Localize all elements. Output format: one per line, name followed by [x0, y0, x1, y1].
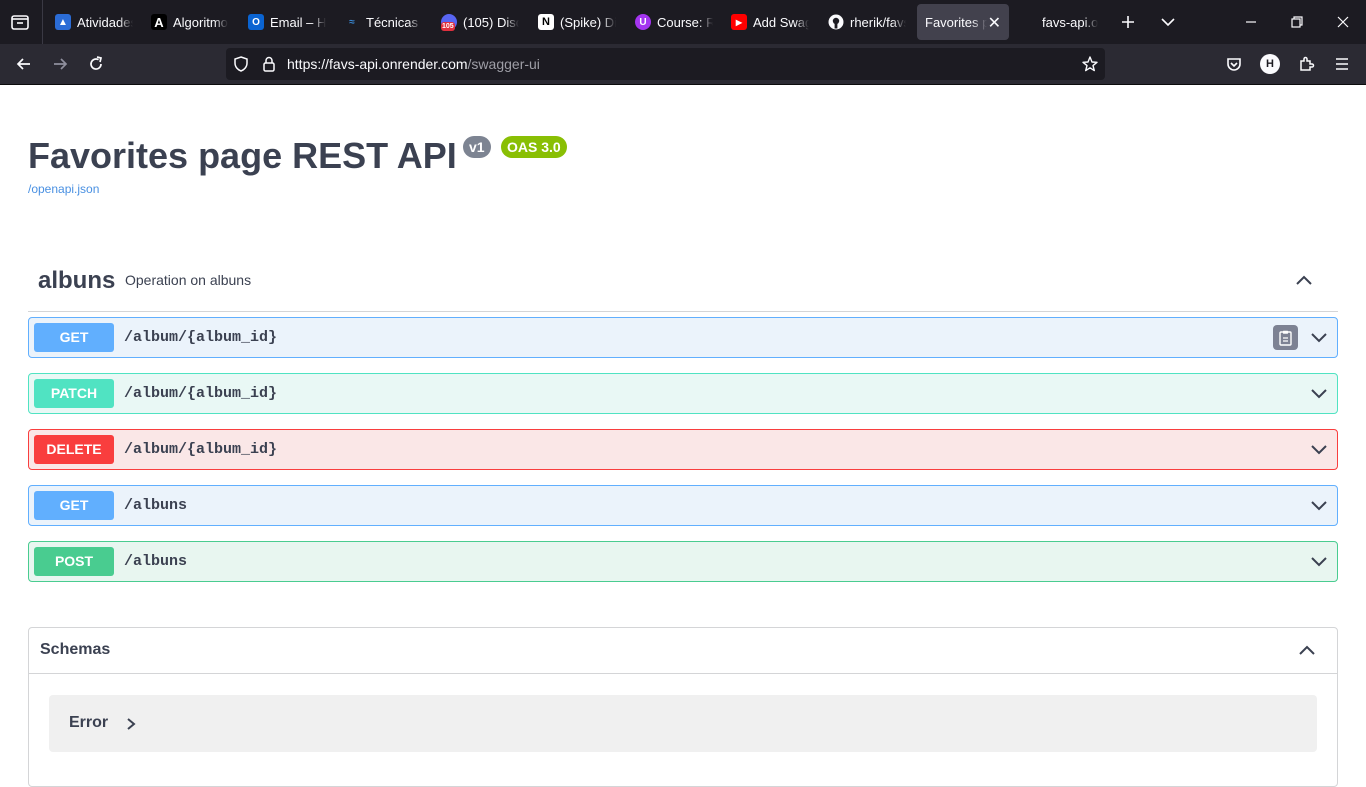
- shield-icon[interactable]: [232, 55, 250, 73]
- bookmark-star-icon[interactable]: [1081, 55, 1099, 73]
- tab-manager-icon[interactable]: [8, 10, 32, 34]
- operation-get-album[interactable]: GET /album/{album_id}: [28, 317, 1338, 358]
- minimize-icon[interactable]: [1241, 12, 1261, 32]
- operation-path: /albuns: [124, 553, 188, 570]
- tab-course[interactable]: U Course: RE: [635, 4, 713, 40]
- menu-icon[interactable]: [1332, 54, 1352, 74]
- operation-delete-album[interactable]: DELETE /album/{album_id}: [28, 429, 1338, 470]
- tab-email[interactable]: O Email – He: [248, 4, 326, 40]
- tab-separator: [42, 0, 43, 44]
- tab-title: favs-api.o: [1042, 14, 1099, 30]
- url-host: https://favs-api.onrender.com: [287, 56, 468, 72]
- browser-tab-bar: ▲ Atividades A Algoritmo O Email – He ≈ …: [0, 0, 1366, 44]
- reload-icon[interactable]: [86, 54, 106, 74]
- outlook-icon: O: [248, 14, 264, 30]
- url-path: /swagger-ui: [467, 56, 540, 72]
- schemas-title: Schemas: [40, 641, 111, 658]
- browser-nav-bar: https://favs-api.onrender.com/swagger-ui…: [0, 44, 1366, 85]
- method-badge: GET: [34, 323, 114, 352]
- atividades-icon: ▲: [55, 14, 71, 30]
- operation-path: /album/{album_id}: [124, 441, 278, 458]
- operation-path: /album/{album_id}: [124, 385, 278, 402]
- tab-favorites-active[interactable]: Favorites p ✕: [917, 4, 1009, 40]
- list-tabs-chevron-icon[interactable]: [1158, 12, 1178, 32]
- close-window-icon[interactable]: [1333, 12, 1353, 32]
- tab-spike[interactable]: N (Spike) Dis: [538, 4, 616, 40]
- tab-title: Email – He: [270, 14, 326, 30]
- course-icon: U: [635, 14, 651, 30]
- tab-title: rherik/favs: [850, 14, 906, 30]
- tag-name: albuns: [38, 267, 116, 294]
- chevron-down-icon[interactable]: [1309, 384, 1329, 404]
- model-name: Error: [69, 714, 109, 731]
- lock-icon[interactable]: [260, 55, 278, 73]
- tab-tecnicas[interactable]: ≈ Técnicas C: [344, 4, 422, 40]
- extensions-icon[interactable]: [1296, 54, 1316, 74]
- url-text[interactable]: https://favs-api.onrender.com/swagger-ui: [287, 56, 540, 72]
- profile-avatar[interactable]: H: [1260, 54, 1280, 74]
- method-badge: PATCH: [34, 379, 114, 408]
- operation-post-albuns[interactable]: POST /albuns: [28, 541, 1338, 582]
- tab-title: Favorites p: [925, 14, 987, 30]
- tag-description: Operation on albuns: [125, 272, 252, 288]
- operation-path: /albuns: [124, 497, 188, 514]
- schemas-section: Schemas Error: [28, 627, 1338, 787]
- schemas-header[interactable]: Schemas: [29, 628, 1337, 674]
- swagger-page: Favorites page REST API v1 OAS 3.0 /open…: [0, 85, 1366, 787]
- pocket-icon[interactable]: [1224, 54, 1244, 74]
- youtube-icon: ▶: [731, 14, 747, 30]
- new-tab-icon[interactable]: [1118, 12, 1138, 32]
- chevron-up-icon[interactable]: [1294, 270, 1314, 290]
- operation-patch-album[interactable]: PATCH /album/{album_id}: [28, 373, 1338, 414]
- tab-title: Técnicas C: [366, 14, 422, 30]
- chevron-down-icon[interactable]: [1309, 440, 1329, 460]
- forward-icon[interactable]: [50, 54, 70, 74]
- tab-title: Atividades: [77, 14, 133, 30]
- tab-favs-api[interactable]: favs-api.o: [1042, 4, 1102, 40]
- tab-title: Add Swag: [753, 14, 809, 30]
- url-bar[interactable]: https://favs-api.onrender.com/swagger-ui: [226, 48, 1105, 80]
- back-icon[interactable]: [14, 54, 34, 74]
- chevron-right-icon[interactable]: [125, 717, 137, 731]
- discord-icon: 105: [441, 14, 457, 31]
- tab-title: (Spike) Dis: [560, 14, 616, 30]
- operation-path: /album/{album_id}: [124, 329, 278, 346]
- tab-discord[interactable]: 105 (105) Disc: [441, 4, 519, 40]
- tab-atividades[interactable]: ▲ Atividades: [55, 4, 133, 40]
- copy-path-button[interactable]: [1273, 325, 1298, 350]
- tab-github[interactable]: rherik/favs: [828, 4, 906, 40]
- method-badge: POST: [34, 547, 114, 576]
- restore-icon[interactable]: [1287, 12, 1307, 32]
- close-tab-icon[interactable]: ✕: [988, 13, 1001, 33]
- chevron-down-icon[interactable]: [1309, 328, 1329, 348]
- openapi-json-link[interactable]: /openapi.json: [28, 182, 99, 196]
- schema-model-error[interactable]: Error: [49, 695, 1317, 752]
- api-title: Favorites page REST API: [28, 135, 457, 176]
- tab-algoritmo[interactable]: A Algoritmo: [151, 4, 231, 40]
- tab-title: Course: RE: [657, 14, 713, 30]
- method-badge: DELETE: [34, 435, 114, 464]
- chevron-down-icon[interactable]: [1309, 552, 1329, 572]
- chevron-down-icon[interactable]: [1309, 496, 1329, 516]
- method-badge: GET: [34, 491, 114, 520]
- notification-badge: 105: [441, 22, 455, 31]
- tab-add-swagger[interactable]: ▶ Add Swag: [731, 4, 809, 40]
- notion-icon: N: [538, 14, 554, 30]
- tecnicas-icon: ≈: [349, 16, 355, 28]
- tag-section-header[interactable]: albuns Operation on albuns: [28, 255, 1338, 312]
- tab-title: (105) Disc: [463, 14, 519, 30]
- tab-title: Algoritmo: [173, 14, 228, 30]
- chevron-up-icon[interactable]: [1297, 640, 1317, 660]
- operation-get-albuns[interactable]: GET /albuns: [28, 485, 1338, 526]
- oas-badge: OAS 3.0: [501, 136, 567, 158]
- clipboard-icon: [1279, 330, 1292, 346]
- version-badge: v1: [463, 136, 491, 158]
- github-icon: [828, 14, 844, 30]
- algoritmo-icon: A: [151, 14, 167, 30]
